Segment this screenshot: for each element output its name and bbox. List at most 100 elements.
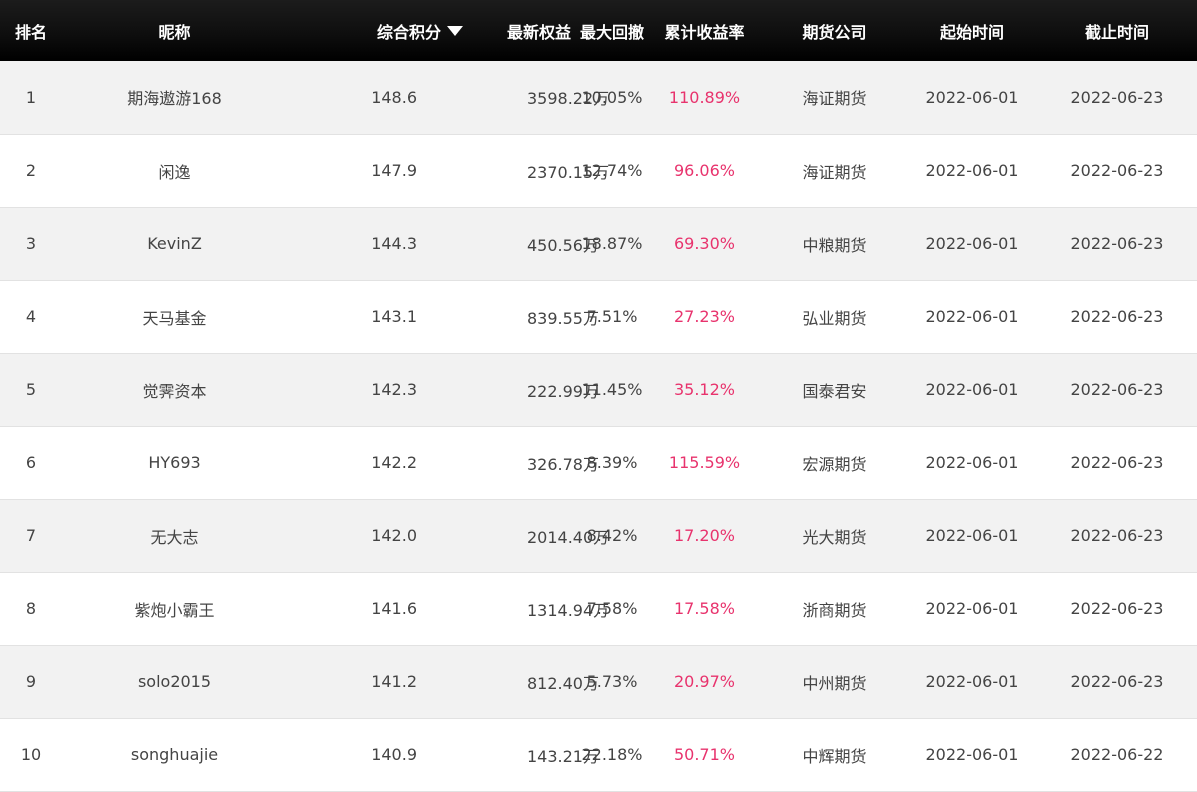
cell-end: 2022-06-22: [1070, 745, 1164, 764]
cell-return: 20.97%: [673, 672, 735, 691]
cell-rank: 10: [20, 745, 42, 764]
ranking-table: 排名 昵称 综合积分 最新权益 最大回撤 累计收益率 期货公司 起始时间 截止时…: [0, 0, 1197, 792]
table-row: 9 solo2015 141.2 812.40万 5.73% 20.97% 中州…: [0, 645, 1197, 718]
header-company: 期货公司: [762, 0, 907, 61]
cell-end: 2022-06-23: [1070, 526, 1164, 545]
header-return: 累计收益率: [647, 0, 762, 61]
header-company-label: 期货公司: [802, 22, 867, 42]
header-score-label[interactable]: 综合积分: [377, 23, 441, 42]
cell-end: 2022-06-23: [1070, 307, 1164, 326]
cell-return: 50.71%: [673, 745, 735, 764]
cell-start: 2022-06-01: [925, 380, 1019, 399]
header-equity-label: 最新权益: [507, 22, 572, 42]
cell-equity: 2014.40万: [527, 527, 610, 547]
cell-score: 141.6: [371, 599, 417, 618]
cell-nickname: solo2015: [137, 672, 212, 691]
cell-return: 69.30%: [673, 234, 735, 253]
cell-start: 2022-06-01: [925, 745, 1019, 764]
cell-equity: 1314.94万: [527, 600, 610, 620]
header-end: 截止时间: [1037, 0, 1197, 61]
cell-nickname: HY693: [148, 453, 201, 472]
cell-nickname: 期海遨游168: [127, 89, 222, 109]
cell-nickname: songhuajie: [130, 745, 219, 764]
cell-start: 2022-06-01: [925, 234, 1019, 253]
cell-score: 142.3: [371, 380, 417, 399]
cell-rank: 9: [25, 672, 37, 691]
cell-end: 2022-06-23: [1070, 234, 1164, 253]
cell-rank: 8: [25, 599, 37, 618]
cell-score: 142.0: [371, 526, 417, 545]
sort-desc-icon[interactable]: [447, 25, 463, 36]
table-row: 10 songhuajie 140.9 143.21万 22.18% 50.71…: [0, 718, 1197, 791]
cell-start: 2022-06-01: [925, 87, 1019, 107]
cell-company: 浙商期货: [802, 600, 867, 620]
cell-start: 2022-06-01: [925, 599, 1019, 618]
cell-equity: 3598.22万: [527, 89, 610, 109]
cell-nickname: 无大志: [150, 527, 199, 547]
cell-return: 27.23%: [673, 307, 735, 326]
header-nickname: 昵称: [62, 0, 287, 61]
cell-start: 2022-06-01: [925, 453, 1019, 472]
cell-nickname: 闲逸: [158, 162, 191, 182]
header-rank: 排名: [0, 0, 62, 61]
cell-equity: 143.21万: [527, 746, 599, 766]
cell-company: 弘业期货: [802, 308, 867, 328]
cell-return: 17.58%: [673, 599, 735, 618]
table-header: 排名 昵称 综合积分 最新权益 最大回撤 累计收益率 期货公司 起始时间 截止时…: [0, 0, 1197, 61]
cell-return: 17.20%: [673, 526, 735, 545]
cell-score: 147.9: [371, 161, 417, 180]
cell-company: 中州期货: [802, 673, 867, 693]
header-return-label: 累计收益率: [664, 22, 745, 42]
cell-rank: 2: [25, 161, 37, 180]
table-body: 1 期海遨游168 148.6 3598.22万 10.05% 110.89% …: [0, 61, 1197, 791]
cell-end: 2022-06-23: [1070, 87, 1164, 107]
cell-score: 144.3: [371, 234, 417, 253]
cell-company: 中辉期货: [802, 746, 867, 766]
header-start: 起始时间: [907, 0, 1037, 61]
table-row: 1 期海遨游168 148.6 3598.22万 10.05% 110.89% …: [0, 61, 1197, 134]
cell-nickname: KevinZ: [147, 234, 202, 253]
cell-equity: 839.55万: [527, 308, 599, 328]
cell-company: 海证期货: [802, 162, 867, 182]
cell-company: 宏源期货: [802, 454, 867, 474]
cell-rank: 7: [25, 526, 37, 545]
cell-nickname: 紫炮小霸王: [134, 600, 215, 620]
cell-end: 2022-06-23: [1070, 453, 1164, 472]
table-row: 2 闲逸 147.9 2370.15万 12.74% 96.06% 海证期货 2…: [0, 134, 1197, 207]
cell-equity: 450.56万: [527, 235, 599, 255]
header-score[interactable]: 综合积分: [287, 0, 467, 61]
cell-rank: 5: [25, 380, 37, 399]
cell-nickname: 天马基金: [142, 308, 207, 328]
cell-rank: 3: [25, 234, 37, 253]
cell-rank: 4: [25, 307, 37, 326]
cell-equity: 812.40万: [527, 673, 599, 693]
header-row: 排名 昵称 综合积分 最新权益 最大回撤 累计收益率 期货公司 起始时间 截止时…: [0, 0, 1197, 61]
table-row: 5 觉霁资本 142.3 222.99万 11.45% 35.12% 国泰君安 …: [0, 353, 1197, 426]
header-drawdown-label: 最大回撤: [579, 22, 644, 42]
cell-rank: 6: [25, 453, 37, 472]
cell-start: 2022-06-01: [925, 672, 1019, 691]
cell-return: 110.89%: [668, 87, 741, 107]
cell-end: 2022-06-23: [1070, 599, 1164, 618]
header-end-label: 截止时间: [1084, 22, 1149, 42]
cell-score: 148.6: [371, 87, 417, 107]
cell-return: 96.06%: [673, 161, 735, 180]
cell-company: 中粮期货: [802, 235, 867, 255]
cell-equity: 222.99万: [527, 381, 599, 401]
cell-end: 2022-06-23: [1070, 380, 1164, 399]
header-equity: 最新权益: [467, 0, 571, 61]
table-row: 4 天马基金 143.1 839.55万 7.51% 27.23% 弘业期货 2…: [0, 280, 1197, 353]
header-rank-label: 排名: [14, 22, 47, 42]
cell-end: 2022-06-23: [1070, 161, 1164, 180]
cell-company: 国泰君安: [802, 381, 867, 401]
table-row: 6 HY693 142.2 326.78万 8.39% 115.59% 宏源期货…: [0, 426, 1197, 499]
cell-company: 海证期货: [802, 89, 867, 109]
cell-start: 2022-06-01: [925, 526, 1019, 545]
cell-score: 143.1: [371, 307, 417, 326]
cell-start: 2022-06-01: [925, 307, 1019, 326]
cell-end: 2022-06-23: [1070, 672, 1164, 691]
cell-equity: 2370.15万: [527, 162, 610, 182]
header-nickname-label: 昵称: [158, 22, 191, 42]
cell-start: 2022-06-01: [925, 161, 1019, 180]
table-row: 7 无大志 142.0 2014.40万 8.42% 17.20% 光大期货 2…: [0, 499, 1197, 572]
